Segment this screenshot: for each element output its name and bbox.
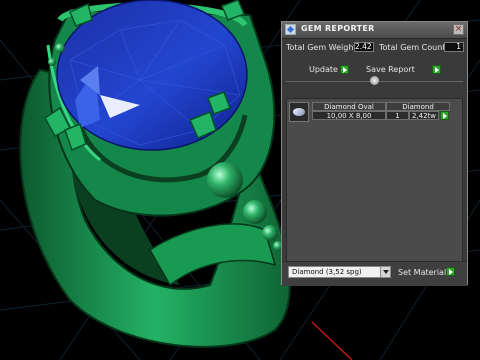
- gem-reporter-panel: GEM REPORTER × Total Gem Weight 2.42 Tot…: [281, 21, 468, 286]
- chevron-down-icon[interactable]: [380, 267, 390, 277]
- gem-count-cell: 1: [386, 111, 409, 120]
- panel-title: GEM REPORTER: [301, 24, 375, 33]
- gem-size-cell: 10,00 X 8,00: [312, 111, 386, 120]
- material-select-value: Diamond (3,52 spg): [292, 268, 362, 276]
- total-gem-count-label: Total Gem Count: [379, 43, 446, 52]
- gem-reporter-app-icon: [285, 24, 296, 35]
- close-icon[interactable]: ×: [453, 24, 464, 35]
- divider-grip-icon[interactable]: [370, 76, 379, 85]
- save-report-label: Save Report: [366, 65, 415, 74]
- material-select[interactable]: Diamond (3,52 spg): [288, 266, 391, 278]
- panel-titlebar[interactable]: GEM REPORTER ×: [282, 22, 467, 39]
- total-gem-weight-label: Total Gem Weight: [286, 43, 357, 52]
- save-report-button[interactable]: [432, 65, 441, 74]
- total-gem-weight-value: 2.42: [354, 42, 374, 52]
- oval-diamond-icon: [289, 102, 309, 122]
- update-button[interactable]: [340, 65, 349, 74]
- gem-material-header: Diamond: [386, 102, 450, 111]
- gem-weight-cell: 2,42tw: [409, 111, 439, 120]
- set-material-label: Set Material: [398, 268, 447, 277]
- set-material-button[interactable]: [446, 267, 455, 276]
- total-gem-count-value: 1: [444, 42, 464, 52]
- gem-cut-header: Diamond Oval: [312, 102, 386, 111]
- gem-list: Diamond Oval Diamond 10,00 X 8,00 1 2,42…: [286, 98, 463, 282]
- update-label: Update: [309, 65, 338, 74]
- gem-row-select-button[interactable]: [440, 111, 449, 120]
